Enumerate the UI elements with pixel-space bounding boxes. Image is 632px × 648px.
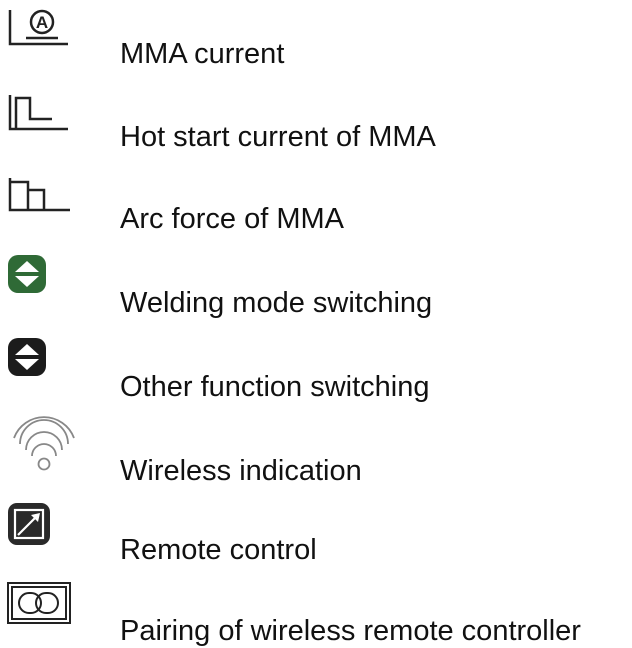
arc-force-icon — [0, 166, 80, 236]
legend-label-wireless-indication: Wireless indication — [120, 455, 362, 487]
legend-row-hot-start-current: Hot start current of MMA — [0, 83, 632, 153]
legend-label-hot-start-current: Hot start current of MMA — [120, 121, 436, 153]
other-function-switch-icon — [0, 332, 80, 402]
mma-current-icon: A — [0, 0, 80, 70]
remote-control-icon — [0, 497, 80, 567]
legend-label-remote-control: Remote control — [120, 534, 317, 566]
legend-label-mma-current: MMA current — [120, 38, 285, 70]
legend-row-welding-mode-switching: Welding mode switching — [0, 248, 632, 319]
legend-label-pairing: Pairing of wireless remote controller — [120, 615, 581, 647]
legend-label-welding-mode-switching: Welding mode switching — [120, 287, 433, 319]
hot-start-current-icon — [0, 83, 80, 153]
legend-row-remote-control: Remote control — [0, 497, 632, 567]
legend-label-arc-force: Arc force of MMA — [120, 203, 344, 235]
legend-row-arc-force: Arc force of MMA — [0, 166, 632, 236]
legend-label-other-function-switching: Other function switching — [120, 371, 430, 403]
wireless-indication-icon — [0, 416, 80, 486]
welding-mode-switch-icon — [0, 248, 80, 318]
pairing-icon — [0, 577, 80, 647]
legend-row-pairing: Pairing of wireless remote controller — [0, 577, 632, 647]
legend-row-other-function-switching: Other function switching — [0, 332, 632, 403]
legend-row-mma-current: A MMA current — [0, 0, 632, 70]
symbol-legend: A MMA current Hot start current of MMA A… — [0, 0, 632, 647]
legend-row-wireless-indication: Wireless indication — [0, 416, 632, 487]
mma-current-icon-letter: A — [36, 13, 48, 32]
